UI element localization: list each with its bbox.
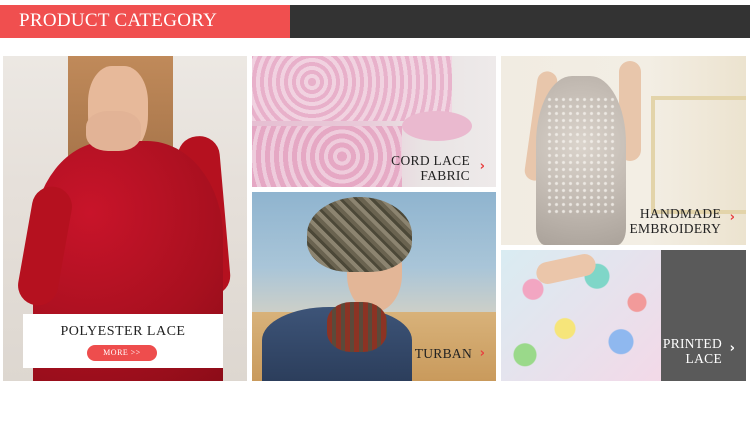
chevron-right-icon: › — [479, 159, 485, 174]
page-title: PRODUCT CATEGORY — [19, 10, 218, 31]
printed-lace-label-line2: LACE — [685, 351, 722, 366]
turban-label: TURBAN — [414, 346, 472, 361]
photo-scarf — [327, 302, 387, 352]
handmade-embroidery-label-line1: HANDMADE — [639, 206, 721, 221]
photo-ruffle — [402, 111, 472, 141]
category-tile-handmade-embroidery[interactable]: HANDMADE EMBROIDERY › — [501, 56, 746, 245]
photo-hand — [86, 111, 141, 151]
polyester-lace-card: POLYESTER LACE MORE >> — [23, 314, 223, 368]
cord-lace-label-line2: FABRIC — [420, 168, 470, 183]
polyester-lace-label: POLYESTER LACE — [60, 324, 186, 339]
photo-lace — [252, 56, 452, 121]
photo-frame — [651, 96, 746, 214]
category-header: PRODUCT CATEGORY — [0, 5, 750, 38]
cord-lace-label: CORD LACE FABRIC — [391, 153, 470, 183]
printed-lace-label-line1: PRINTED — [662, 336, 722, 351]
more-button[interactable]: MORE >> — [87, 345, 157, 361]
photo-embroidery — [546, 96, 616, 216]
photo-turban — [307, 197, 412, 272]
category-tile-turban[interactable]: TURBAN › — [252, 192, 496, 381]
category-tile-printed-lace[interactable]: PRINTED LACE › — [501, 250, 746, 381]
handmade-embroidery-label-line2: EMBROIDERY — [629, 221, 721, 236]
chevron-right-icon: › — [729, 210, 735, 225]
category-tile-polyester-lace[interactable]: POLYESTER LACE MORE >> — [3, 56, 247, 381]
category-tile-cord-lace-fabric[interactable]: CORD LACE FABRIC › — [252, 56, 496, 187]
photo-lace — [252, 126, 402, 187]
printed-lace-label: PRINTED LACE — [663, 336, 722, 366]
cord-lace-label-line1: CORD LACE — [391, 153, 470, 168]
chevron-right-icon: › — [479, 346, 485, 361]
handmade-embroidery-label: HANDMADE EMBROIDERY — [629, 206, 721, 236]
chevron-right-icon: › — [729, 341, 735, 356]
